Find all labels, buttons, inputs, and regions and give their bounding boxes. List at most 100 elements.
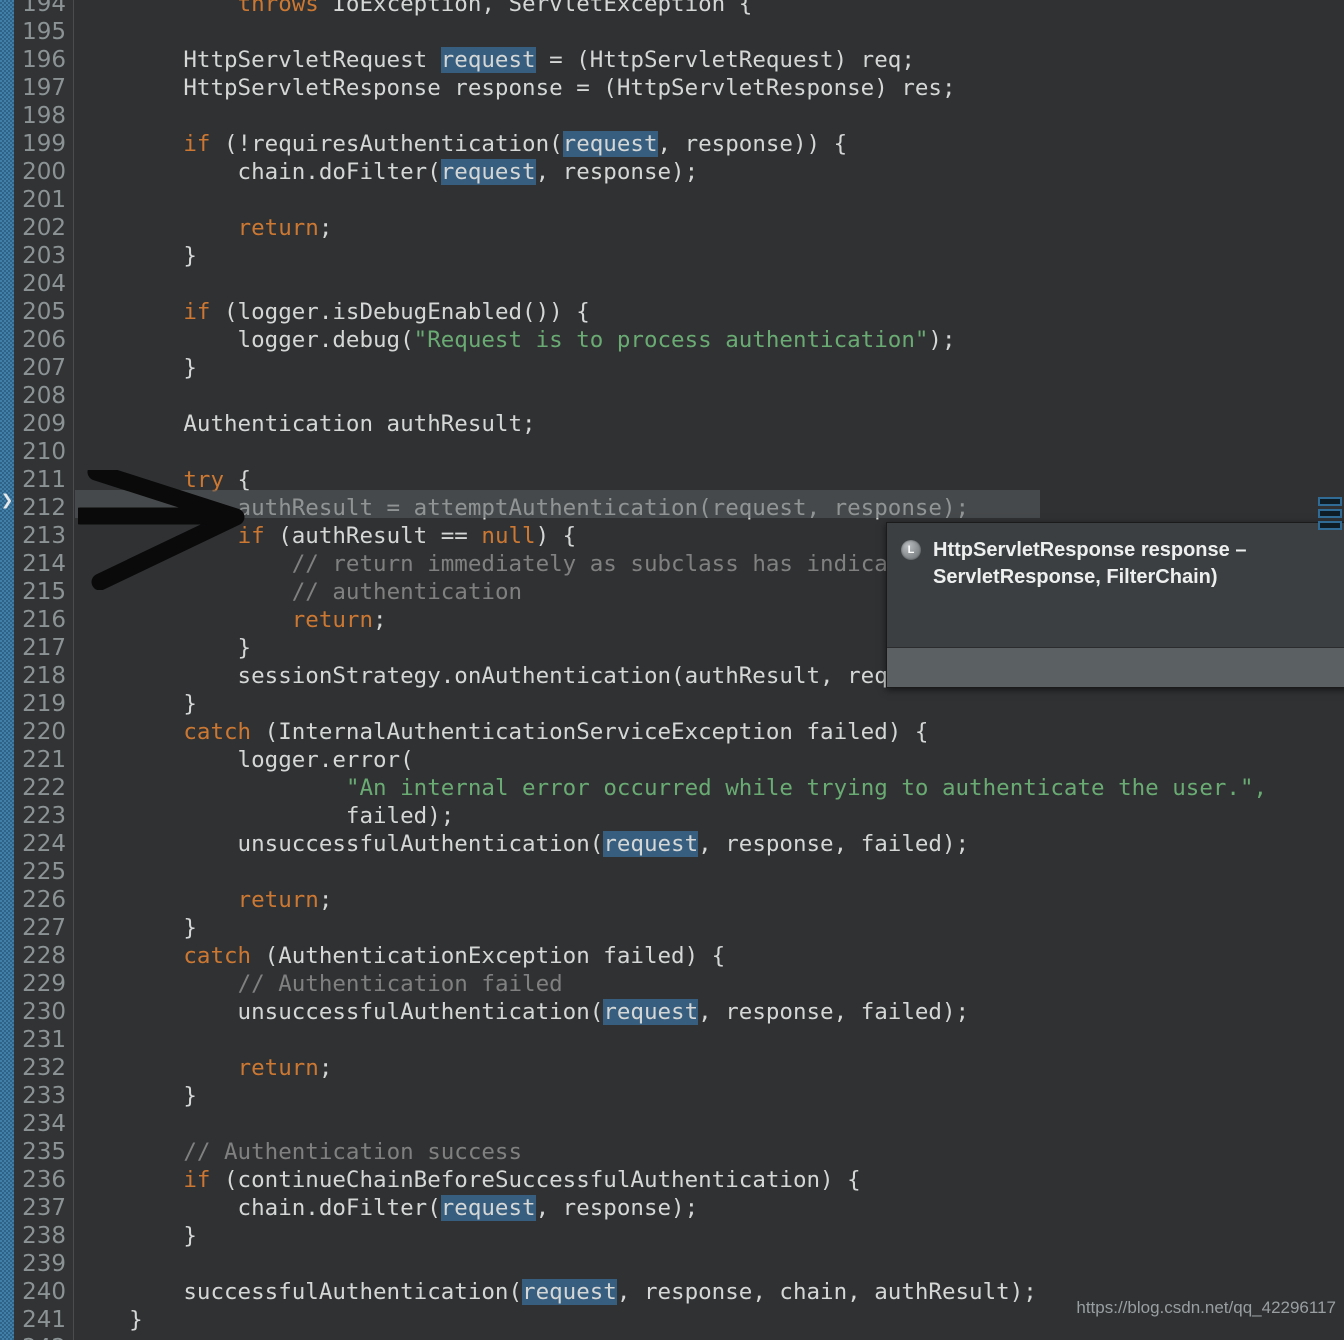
code-line: chain.doFilter(request, response); — [75, 158, 1267, 186]
code-line: HttpServletResponse response = (HttpServ… — [75, 74, 1267, 102]
analysis-marker[interactable] — [1318, 509, 1342, 518]
tooltip-signature-text: HttpServletResponse response – ServletRe… — [933, 539, 1247, 588]
code-token: , response); — [535, 1195, 699, 1221]
code-token: ; — [373, 607, 387, 633]
analysis-marker[interactable] — [1318, 497, 1342, 506]
line-number: 225 — [22, 859, 66, 885]
code-line: if (continueChainBeforeSuccessfulAuthent… — [75, 1166, 1267, 1194]
code-line: logger.debug("Request is to process auth… — [75, 326, 1267, 354]
documentation-tooltip[interactable]: L HttpServletResponse response – Servlet… — [886, 522, 1344, 688]
code-line: // Authentication success — [75, 1138, 1267, 1166]
code-token: return — [237, 215, 319, 241]
code-line: unsuccessfulAuthentication(request, resp… — [75, 830, 1267, 858]
line-number: 210 — [22, 439, 66, 465]
chevron-right-icon[interactable]: ❯ — [0, 491, 14, 509]
code-token: "An internal error occurred while trying… — [345, 775, 1268, 801]
line-number-gutter[interactable]: 194 195 196 197 198 199 200 201 202 203 204 205 206 2… — [14, 0, 74, 1340]
line-number: 211 — [22, 467, 66, 493]
code-line: HttpServletRequest request = (HttpServle… — [75, 46, 1267, 74]
code-token: } — [75, 1307, 143, 1333]
code-line: Authentication authResult; — [75, 410, 1267, 438]
code-token: IoException, ServletException { — [318, 0, 753, 17]
line-number: 201 — [22, 187, 66, 213]
code-line: authResult = attemptAuthentication(reque… — [75, 494, 1267, 522]
line-number: 217 — [22, 635, 66, 661]
line-number: 194 — [22, 0, 66, 17]
code-token: logger.debug( — [75, 327, 414, 353]
line-number: 238 — [22, 1223, 66, 1249]
line-number: 226 — [22, 887, 66, 913]
line-number: 199 — [22, 131, 66, 157]
line-numbers-list: 194 195 196 197 198 199 200 201 202 203 204 205 206 2… — [14, 0, 66, 1340]
code-token: catch — [183, 719, 252, 745]
code-token: chain.doFilter( — [75, 1195, 441, 1221]
line-number: 235 — [22, 1139, 66, 1165]
line-number: 196 — [22, 47, 66, 73]
watermark-url: https://blog.csdn.net/qq_42296117 — [1076, 1298, 1336, 1317]
line-number: 208 — [22, 383, 66, 409]
line-number: 236 — [22, 1167, 66, 1193]
code-token: ; — [318, 887, 333, 913]
line-number: 230 — [22, 999, 66, 1025]
line-number: 234 — [22, 1111, 66, 1137]
line-number: 220 — [22, 719, 66, 745]
line-number: 231 — [22, 1027, 66, 1053]
code-token: (InternalAuthenticationServiceException … — [251, 719, 929, 745]
change-markers-strip[interactable] — [0, 0, 14, 1340]
line-number: 240 — [22, 1279, 66, 1305]
code-line: } — [75, 914, 1267, 942]
line-number: 197 — [22, 75, 66, 101]
code-token: if — [183, 131, 211, 157]
code-token: request — [603, 999, 699, 1025]
code-token: { — [224, 467, 252, 493]
line-number: 228 — [22, 943, 66, 969]
code-token: , response, chain, authResult); — [616, 1279, 1037, 1305]
code-token: return — [237, 1055, 319, 1081]
code-token: } — [75, 915, 197, 941]
line-number: 214 — [22, 551, 66, 577]
code-token: ) { — [535, 523, 577, 549]
line-number: 239 — [22, 1251, 66, 1277]
code-token: throws — [237, 0, 319, 17]
code-token: request — [522, 1279, 617, 1305]
code-token: // Authentication failed — [237, 971, 563, 997]
code-line: // Authentication failed — [75, 970, 1267, 998]
code-line: failed); — [75, 802, 1267, 830]
code-token: } — [75, 1223, 197, 1249]
code-token: HttpServletResponse response = (HttpServ… — [75, 75, 956, 101]
line-number: 229 — [22, 971, 66, 997]
line-number: 204 — [22, 271, 66, 297]
code-line: } — [75, 242, 1267, 270]
code-token: if — [183, 1167, 211, 1193]
analysis-markers-group[interactable] — [1318, 497, 1344, 533]
line-number: 205 — [22, 299, 66, 325]
line-number: 241 — [22, 1307, 66, 1333]
code-token: if — [237, 523, 265, 549]
code-token: (!requiresAuthentication( — [210, 131, 563, 157]
code-token: // Authentication success — [183, 1139, 523, 1165]
analysis-marker[interactable] — [1318, 521, 1342, 530]
code-line: logger.error( — [75, 746, 1267, 774]
code-token: } — [75, 1083, 197, 1109]
code-token: chain.doFilter( — [75, 159, 441, 185]
line-number: 195 — [22, 19, 66, 45]
code-token: ; — [318, 1055, 333, 1081]
code-line: if (logger.isDebugEnabled()) { — [75, 298, 1267, 326]
code-token: request — [603, 831, 699, 857]
code-token: return — [291, 607, 374, 633]
code-token: unsuccessfulAuthentication( — [75, 999, 604, 1025]
